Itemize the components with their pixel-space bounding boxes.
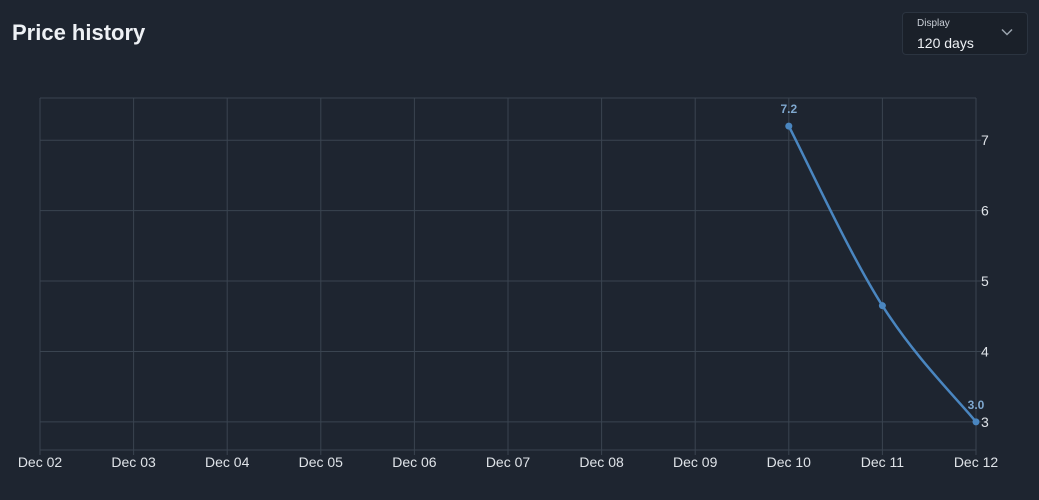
x-tick-label: Dec 05 (299, 454, 344, 470)
x-tick-label: Dec 02 (18, 454, 63, 470)
x-tick-label: Dec 06 (392, 454, 437, 470)
chart-grid (39, 97, 981, 455)
y-tick-label: 3 (981, 414, 989, 430)
x-tick-label: Dec 12 (954, 454, 999, 470)
x-tick-label: Dec 04 (205, 454, 250, 470)
x-tick-label: Dec 10 (767, 454, 812, 470)
x-tick-label: Dec 03 (111, 454, 156, 470)
price-history-chart: Dec 02 Dec 03 Dec 04 Dec 05 Dec 06 Dec 07 Dec … (18, 97, 999, 470)
data-point (878, 302, 886, 310)
x-tick-label: Dec 11 (861, 454, 905, 470)
data-point (785, 122, 793, 130)
data-label: 7.2 (780, 102, 797, 116)
x-tick-label: Dec 09 (673, 454, 718, 470)
data-label: 3.0 (968, 398, 985, 412)
y-tick-label: 4 (981, 343, 989, 359)
y-tick-label: 5 (981, 273, 989, 289)
x-tick-label: Dec 08 (579, 454, 624, 470)
data-point (972, 418, 980, 426)
x-tick-label: Dec 07 (486, 454, 531, 470)
y-tick-label: 6 (981, 203, 989, 219)
y-tick-label: 7 (981, 132, 989, 148)
